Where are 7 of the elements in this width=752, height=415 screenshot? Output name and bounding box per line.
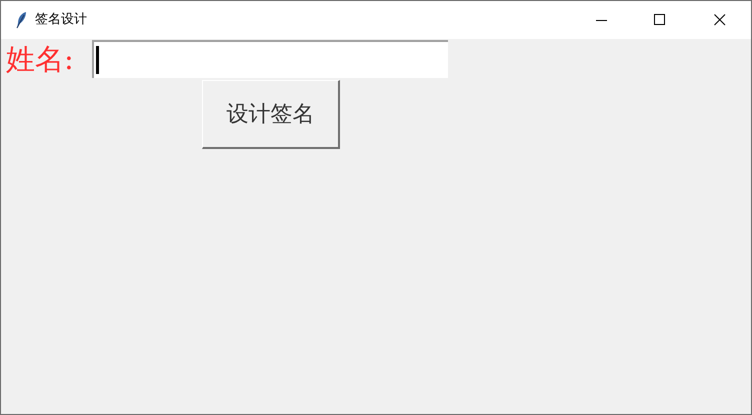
maximize-icon	[654, 14, 666, 26]
close-icon	[714, 14, 726, 26]
name-label: 姓名:	[5, 41, 75, 78]
design-signature-button[interactable]: 设计签名	[202, 80, 340, 149]
name-field[interactable]	[92, 40, 448, 78]
window-title: 签名设计	[35, 11, 87, 30]
feather-icon	[15, 11, 27, 29]
